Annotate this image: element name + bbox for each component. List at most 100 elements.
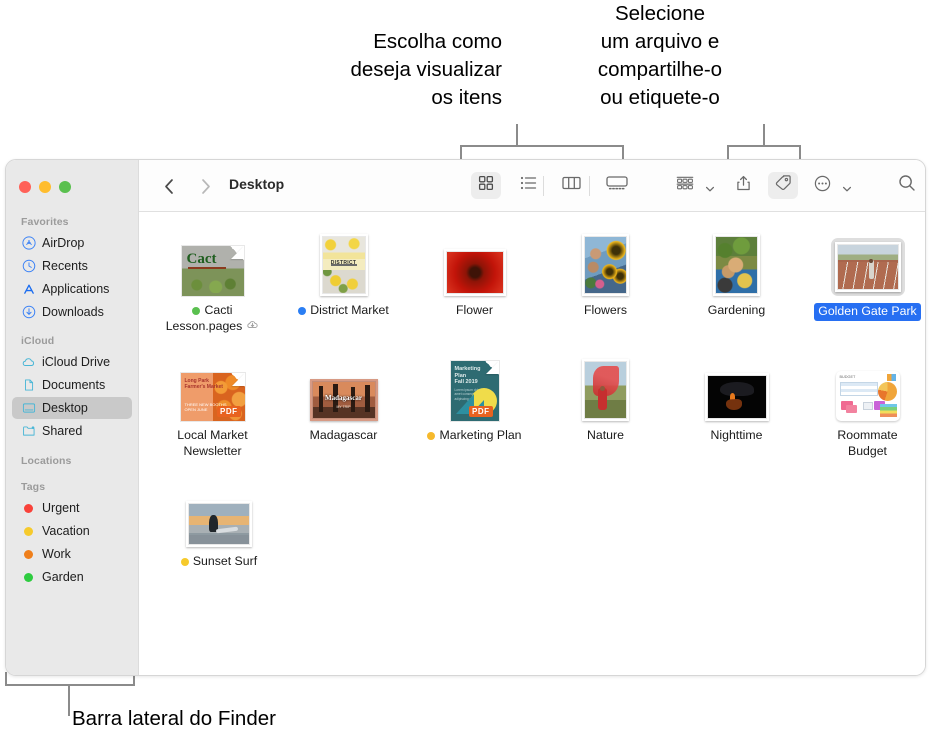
icon-view-button[interactable] — [471, 172, 501, 199]
search-icon — [898, 174, 916, 197]
sidebar-item-icloud-drive[interactable]: iCloud Drive — [12, 351, 132, 373]
back-button[interactable] — [158, 175, 180, 197]
document-icon — [21, 378, 36, 393]
list-icon — [520, 175, 537, 196]
applications-icon — [21, 282, 36, 297]
file-thumbnail — [830, 230, 905, 296]
forward-button[interactable] — [194, 175, 216, 197]
clock-icon — [21, 259, 36, 274]
share-icon — [736, 175, 751, 197]
file-thumbnail — [186, 481, 252, 547]
toolbar-divider-2 — [589, 176, 590, 196]
file-label: Golden Gate Park — [814, 303, 921, 321]
cloud-icon — [21, 355, 36, 370]
finder-window: Favorites AirDrop Recents Applications D… — [5, 159, 926, 676]
file-label: Nature — [587, 428, 624, 442]
leader-share-tick-left — [727, 145, 729, 159]
sidebar-item-tag-urgent[interactable]: Urgent — [12, 497, 132, 519]
leader-sidebar-vertical — [68, 684, 70, 716]
file-item-nighttime[interactable]: Nighttime — [679, 355, 794, 459]
sidebar-item-shared[interactable]: Shared — [12, 420, 132, 442]
file-item-golden-gate-park[interactable]: Golden Gate Park — [810, 230, 925, 334]
file-label: Flowers — [583, 303, 628, 317]
file-item-cacti-lesson[interactable]: Cact Cacti Lesson.pages — [155, 230, 270, 334]
sidebar-item-tag-vacation[interactable]: Vacation — [12, 520, 132, 542]
file-thumbnail — [582, 355, 629, 421]
file-thumbnail — [713, 230, 760, 296]
file-item-gardening[interactable]: Gardening — [679, 230, 794, 334]
sidebar-item-tag-garden[interactable]: Garden — [12, 566, 132, 588]
ellipsis-circle-icon — [814, 175, 831, 197]
column-view-button[interactable] — [556, 172, 586, 199]
window-title: Desktop — [229, 176, 285, 192]
file-item-local-market-newsletter[interactable]: Long Park Farmer's Market THREE NEW BOOTH… — [155, 355, 270, 459]
file-item-flowers[interactable]: Flowers — [548, 230, 663, 334]
shared-folder-icon — [21, 424, 36, 439]
sidebar-item-recents[interactable]: Recents — [12, 255, 132, 277]
leader-view-vertical — [516, 124, 518, 146]
leader-share-vertical — [763, 124, 765, 146]
sidebar-item-label: Garden — [42, 570, 84, 584]
minimize-button[interactable] — [39, 181, 51, 193]
zoom-button[interactable] — [59, 181, 71, 193]
file-thumbnail: Madagascar MY TRIP — [309, 355, 378, 421]
file-thumbnail — [704, 355, 769, 421]
file-item-district-market[interactable]: DISTRICT District Market — [286, 230, 401, 334]
toolbar-divider-1 — [543, 176, 544, 196]
airdrop-icon — [21, 236, 36, 251]
sidebar-item-label: Shared — [42, 424, 83, 438]
chevron-down-icon-group[interactable] — [705, 181, 715, 192]
tag-button[interactable] — [768, 172, 798, 199]
sidebar-item-airdrop[interactable]: AirDrop — [12, 232, 132, 254]
file-item-nature[interactable]: Nature — [548, 355, 663, 459]
desktop-icon — [21, 401, 36, 416]
file-item-madagascar[interactable]: Madagascar MY TRIP Madagascar — [286, 355, 401, 459]
list-view-button[interactable] — [513, 172, 543, 199]
sidebar-item-label: Applications — [42, 282, 110, 296]
grid-icon — [478, 175, 494, 196]
tag-dot-icon — [21, 524, 36, 539]
sidebar-scroll-area: Favorites AirDrop Recents Applications D… — [6, 210, 138, 675]
file-thumbnail: DISTRICT — [319, 230, 368, 296]
file-item-flower[interactable]: Flower — [417, 230, 532, 334]
sidebar-item-downloads[interactable]: Downloads — [12, 301, 132, 323]
close-button[interactable] — [19, 181, 31, 193]
file-row: Sunset Surf — [139, 481, 925, 570]
gallery-view-button[interactable] — [600, 172, 634, 199]
sidebar-item-applications[interactable]: Applications — [12, 278, 132, 300]
sidebar-item-label: Recents — [42, 259, 88, 273]
leader-view-tick-left — [460, 145, 462, 159]
sidebar-item-desktop[interactable]: Desktop — [12, 397, 132, 419]
sidebar-section-tags: Tags — [21, 481, 46, 493]
group-icon — [676, 175, 694, 196]
file-label: Flower — [456, 303, 493, 317]
share-button[interactable] — [728, 172, 758, 199]
file-thumbnail: BUDGET — [835, 355, 900, 421]
tag-icon — [774, 174, 792, 197]
traffic-lights — [19, 181, 71, 193]
group-by-button[interactable] — [670, 172, 700, 199]
file-label: Gardening — [707, 303, 766, 317]
more-actions-button[interactable] — [807, 172, 837, 199]
leader-view-horizontal — [460, 145, 624, 147]
file-thumbnail — [582, 230, 629, 296]
file-item-roommate-budget[interactable]: BUDGET Roommate Budget — [810, 355, 925, 459]
file-label: Sunset Surf — [180, 554, 257, 570]
sidebar-item-label: iCloud Drive — [42, 355, 111, 369]
file-label: Marketing Plan — [427, 428, 522, 444]
chevron-down-icon-more[interactable] — [842, 181, 852, 192]
sidebar-section-locations: Locations — [21, 455, 72, 467]
callout-view-text: Escolha como deseja visualizar os itens — [350, 30, 502, 109]
file-item-sunset-surf[interactable]: Sunset Surf — [155, 481, 283, 570]
file-label: Roommate Budget — [837, 428, 898, 458]
cloud-download-icon — [246, 319, 259, 335]
file-label: Madagascar — [309, 428, 378, 442]
sidebar-item-label: Desktop — [42, 401, 88, 415]
sidebar-item-label: Documents — [42, 378, 106, 392]
search-button[interactable] — [892, 172, 922, 199]
file-label: Cacti Lesson.pages — [166, 303, 260, 334]
sidebar-item-tag-work[interactable]: Work — [12, 543, 132, 565]
sidebar-item-documents[interactable]: Documents — [12, 374, 132, 396]
file-item-marketing-plan[interactable]: Marketing Plan Fall 2019 Lorem ipsum dolor… — [417, 355, 532, 459]
selection-highlight — [830, 238, 905, 296]
